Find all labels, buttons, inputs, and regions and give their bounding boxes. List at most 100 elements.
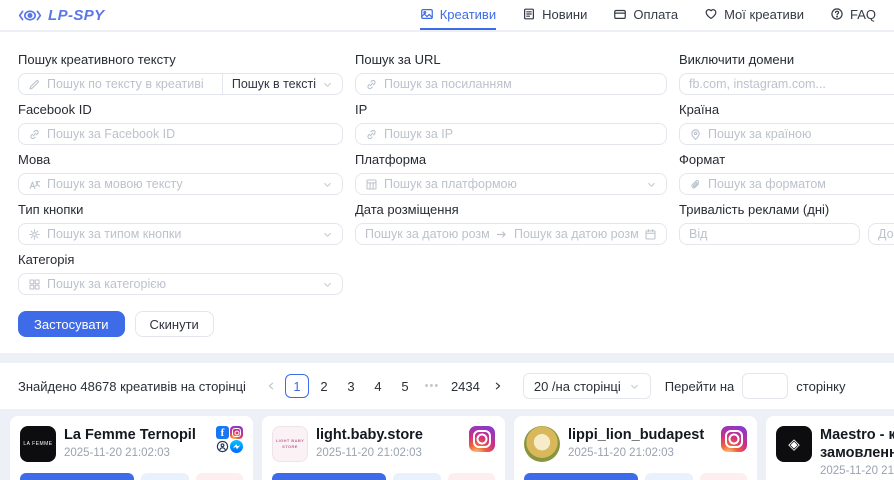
network-icons [721, 426, 747, 462]
nav-tab-faq[interactable]: FAQ [830, 0, 876, 30]
format-input[interactable] [708, 177, 894, 191]
results-bar: Знайдено 48678 креативів на сторінці 1 2… [0, 363, 894, 409]
platform-input[interactable] [384, 177, 640, 191]
field-label: IP [355, 102, 667, 117]
page-number[interactable]: 5 [393, 374, 417, 398]
pagination-ellipsis[interactable]: ••• [420, 374, 444, 398]
nav-label: Новини [542, 7, 587, 22]
category-grid-icon [28, 278, 41, 291]
avatar [524, 426, 560, 462]
language-select-box[interactable] [18, 173, 343, 195]
like-button[interactable] [448, 473, 496, 480]
page-number[interactable]: 2 [312, 374, 336, 398]
filter-exclude-domains: Виключити домени [679, 52, 894, 95]
days-button[interactable]: 3 days [20, 473, 134, 480]
field-label: Виключити домени [679, 52, 894, 67]
app-root: LP-SPY Креативи Новини Оплата Мої креати… [0, 0, 894, 480]
filter-ip: IP [355, 102, 667, 145]
avatar: LA FEMME [20, 426, 56, 462]
field-label: Пошук за URL [355, 52, 667, 67]
duration-to-input[interactable] [878, 227, 894, 241]
views-button[interactable] [393, 473, 441, 480]
nav-tab-news[interactable]: Новини [522, 0, 587, 30]
chevron-left-icon [266, 381, 276, 391]
field-label: Тривалість реклами (дні) [679, 202, 894, 217]
field-label: Країна [679, 102, 894, 117]
nav-tab-my-creatives[interactable]: Мої креативи [704, 0, 804, 30]
creative-text-input[interactable] [47, 77, 213, 91]
filter-placement-date: Дата розміщення [355, 202, 667, 245]
creative-text-input-box[interactable] [18, 73, 223, 95]
format-input-box[interactable] [679, 173, 894, 195]
like-button[interactable] [700, 473, 748, 480]
chevron-down-icon [629, 381, 640, 392]
creative-card[interactable]: ◈ Maestro - кухні, меблі замовлення в Уж… [766, 416, 894, 480]
goto-page-input[interactable] [742, 373, 788, 399]
page-number[interactable]: 2434 [447, 374, 484, 398]
page-number[interactable]: 1 [285, 374, 309, 398]
filter-format: Формат [679, 152, 894, 195]
button-type-select-box[interactable] [18, 223, 343, 245]
filter-url: Пошук за URL [355, 52, 667, 95]
duration-to-box[interactable] [868, 223, 894, 245]
instagram-icon [230, 426, 243, 439]
logo[interactable]: LP-SPY [18, 0, 105, 30]
field-label: Дата розміщення [355, 202, 667, 217]
date-from-input[interactable] [365, 227, 489, 241]
creative-card[interactable]: LA FEMME La Femme Ternopil 2025-11-20 21… [10, 416, 253, 480]
field-label: Категорія [18, 252, 343, 267]
page-number[interactable]: 3 [339, 374, 363, 398]
nav-label: Мої креативи [724, 7, 804, 22]
chevron-down-icon [322, 179, 333, 190]
button-type-input[interactable] [47, 227, 316, 241]
url-input[interactable] [384, 77, 657, 91]
apply-button[interactable]: Застосувати [18, 311, 125, 337]
ip-input[interactable] [384, 127, 657, 141]
language-input[interactable] [47, 177, 316, 191]
ip-input-box[interactable] [355, 123, 667, 145]
next-page-button[interactable] [487, 374, 509, 398]
filter-country: Країна [679, 102, 894, 145]
duration-from-box[interactable] [679, 223, 860, 245]
link-icon [28, 128, 41, 141]
card-date: 2025-11-20 21:02:03 [820, 465, 894, 477]
views-button[interactable] [645, 473, 693, 480]
search-mode-select[interactable]: Пошук в тексті [223, 73, 343, 95]
days-button[interactable]: 0 days [524, 473, 638, 480]
nav-tab-payment[interactable]: Оплата [613, 0, 678, 30]
creative-card[interactable]: lippi_lion_budapest 2025-11-20 21:02:03 … [514, 416, 757, 480]
url-input-box[interactable] [355, 73, 667, 95]
nav-tab-creatives[interactable]: Креативи [420, 0, 496, 30]
exclude-domains-input-box[interactable] [679, 73, 894, 95]
page-size-select[interactable]: 20 /на сторінці [523, 373, 651, 399]
filter-facebook-id: Facebook ID [18, 102, 343, 145]
category-select-box[interactable] [18, 273, 343, 295]
reset-button[interactable]: Скинути [135, 311, 214, 337]
creative-card[interactable]: LIGHT BABY STORE light.baby.store 2025-1… [262, 416, 505, 480]
date-to-input[interactable] [514, 227, 638, 241]
country-input-box[interactable] [679, 123, 894, 145]
page-number[interactable]: 4 [366, 374, 390, 398]
filter-button-type: Тип кнопки [18, 202, 343, 245]
field-label: Facebook ID [18, 102, 343, 117]
country-input[interactable] [708, 127, 894, 141]
platform-select-box[interactable] [355, 173, 667, 195]
category-input[interactable] [47, 277, 316, 291]
facebook-id-input-box[interactable] [18, 123, 343, 145]
avatar: ◈ [776, 426, 812, 462]
prev-page-button[interactable] [260, 374, 282, 398]
days-button[interactable]: 3 days [272, 473, 386, 480]
exclude-domains-input[interactable] [689, 77, 894, 91]
views-button[interactable] [141, 473, 189, 480]
facebook-id-input[interactable] [47, 127, 333, 141]
main-nav: Креативи Новини Оплата Мої креативи FAQ [420, 0, 876, 30]
date-range-box[interactable] [355, 223, 667, 245]
like-button[interactable] [196, 473, 244, 480]
filters-panel: Пошук креативного тексту Пошук в тексті … [0, 32, 894, 353]
filter-creative-text: Пошук креативного тексту Пошук в тексті [18, 52, 343, 95]
messenger-icon [230, 440, 243, 453]
duration-from-input[interactable] [689, 227, 850, 241]
chevron-down-icon [646, 179, 657, 190]
creatives-list: LA FEMME La Femme Ternopil 2025-11-20 21… [0, 409, 894, 480]
instagram-icon [721, 426, 747, 452]
